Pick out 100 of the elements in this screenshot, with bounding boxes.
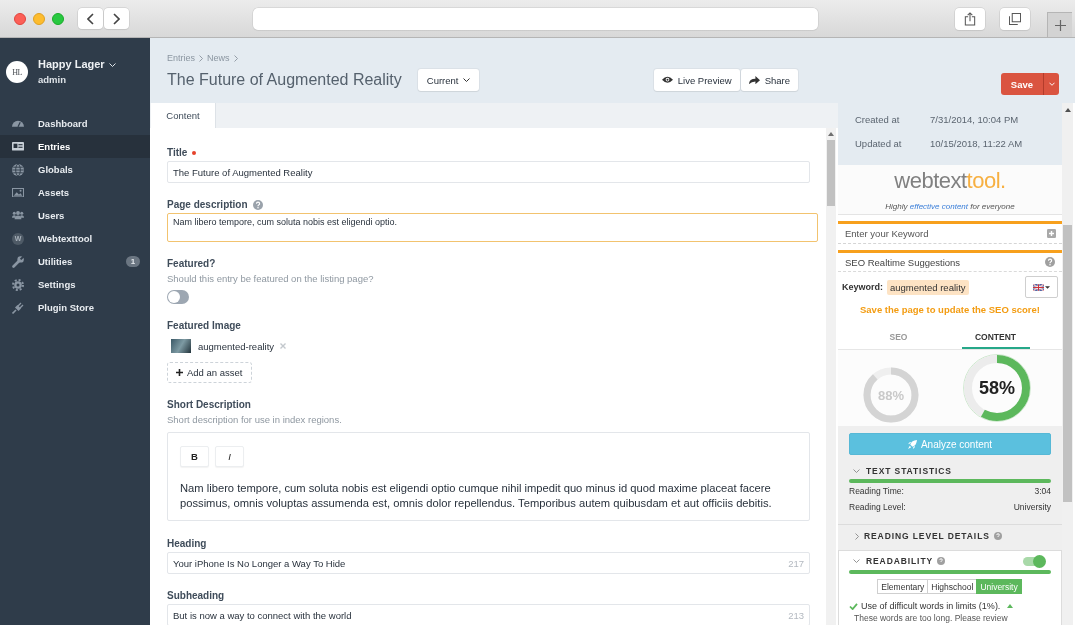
nav-item[interactable]: Globals	[0, 158, 150, 181]
add-icon[interactable]	[1047, 229, 1056, 238]
level-option[interactable]: Highschool	[927, 579, 978, 594]
save-button[interactable]: Save	[1000, 73, 1043, 95]
field-label: Heading	[167, 538, 207, 549]
id-card-icon	[12, 142, 24, 151]
meta-value: 10/15/2018, 11:22 AM	[930, 137, 1023, 149]
forward-button[interactable]	[104, 8, 129, 29]
check-note: These words are too long. Please review	[853, 613, 1009, 624]
plug-icon	[12, 301, 24, 314]
arrow-up-icon[interactable]	[1064, 108, 1071, 112]
page-title: The Future of Augmented Reality	[167, 71, 402, 89]
tab[interactable]: Content	[151, 103, 216, 128]
address-bar[interactable]	[253, 7, 818, 30]
caret-up-icon[interactable]	[1007, 604, 1014, 608]
asset-title[interactable]: augmented-reality	[198, 340, 275, 352]
stat-value: University	[1013, 501, 1051, 514]
text-field[interactable]: The Future of Augmented Reality	[167, 161, 810, 183]
field-label: Subheading	[167, 590, 225, 601]
field-instructions: Should this entry be featured on the listing page?	[167, 272, 375, 286]
minimize-button[interactable]	[33, 12, 45, 25]
keyword-tag: augmented reality	[887, 279, 969, 295]
italic-button[interactable]: I	[215, 446, 244, 467]
section-title[interactable]: TEXT STATISTICS	[866, 466, 952, 476]
chevron-right-icon	[233, 54, 238, 62]
chevron-down-icon[interactable]	[853, 469, 860, 473]
textarea-field[interactable]: Nam libero tempore, cum soluta nobis est eligendi optio.	[167, 213, 818, 242]
site-logo: HL	[6, 61, 28, 83]
editor-content[interactable]: Nam libero tempore, cum soluta nobis est eligendi optio cumque nihil impedit quo minus id quod maxime placeat facere possimus, omnis voluptas assumenda est, omnis dolor repellendus. Temporibus autem quibusdam et aut officiis debitis.	[180, 481, 797, 511]
rocket-icon	[907, 439, 917, 449]
meta-value: 7/31/2014, 10:04 PM	[930, 113, 1019, 125]
rich-text-editor[interactable]	[167, 432, 810, 521]
tagline: Highly effective content for everyone	[885, 201, 1015, 213]
nav-item[interactable]: Utilities 1	[0, 250, 150, 273]
nav-item[interactable]: Plugin Store	[0, 296, 150, 319]
chevron-right-icon[interactable]	[855, 532, 859, 540]
save-notice: Save the page to update the SEO score!	[859, 303, 1041, 317]
share-button[interactable]	[955, 7, 985, 30]
stat-label: Reading Time:	[849, 485, 904, 498]
chevron-down-icon[interactable]	[853, 559, 860, 563]
keyword-label: Keyword:	[842, 282, 883, 292]
section-title[interactable]: READABILITY	[866, 556, 934, 566]
section-title[interactable]: READING LEVEL DETAILS	[864, 531, 990, 541]
bold-button[interactable]: B	[180, 446, 209, 467]
nav-item[interactable]: Dashboard	[0, 112, 150, 135]
add-asset-button[interactable]: Add an asset	[167, 362, 253, 383]
text-field[interactable]: But is now a way to connect with the world 213	[167, 604, 810, 625]
field-instructions: Short description for use in index regions.	[167, 413, 343, 427]
help-icon[interactable]	[993, 532, 1002, 540]
site-menu[interactable]: Happy Lager	[38, 57, 116, 72]
revision-dropdown[interactable]: Current	[417, 69, 480, 91]
scrollbar[interactable]	[826, 128, 836, 625]
zoom-button[interactable]	[52, 12, 64, 25]
save-menu-button[interactable]	[1043, 73, 1059, 95]
flag-icon	[1033, 283, 1044, 291]
wrench-icon	[12, 255, 24, 268]
new-tab-button[interactable]	[1047, 12, 1072, 37]
scrollbar-thumb[interactable]	[827, 140, 835, 206]
check-text: Use of difficult words in limits (1%).	[861, 601, 1001, 611]
help-icon[interactable]	[252, 199, 263, 210]
language-dropdown[interactable]	[1025, 276, 1058, 298]
count-badge: 1	[126, 256, 140, 267]
live-preview-button[interactable]: Live Preview	[653, 69, 740, 91]
meta-label: Created at	[855, 113, 901, 125]
text-field[interactable]: Your iPhone Is No Longer a Way To Hide 217	[167, 552, 810, 574]
character-count: 213	[788, 609, 804, 621]
nav-item[interactable]: Settings	[0, 273, 150, 296]
help-icon[interactable]	[1045, 257, 1055, 267]
settings-icon	[12, 278, 24, 291]
nav-item[interactable]: Assets	[0, 181, 150, 204]
field-label: Title	[167, 147, 188, 158]
caret-icon	[108, 62, 116, 67]
level-option[interactable]: Elementary	[877, 579, 929, 594]
plus-icon	[176, 369, 183, 376]
plus-icon	[1054, 19, 1066, 31]
scrollbar[interactable]	[1062, 103, 1073, 625]
username: admin	[38, 73, 66, 87]
share-button[interactable]: Share	[740, 69, 798, 91]
field-label: Short Description	[167, 399, 251, 410]
field-label: Featured Image	[167, 320, 241, 331]
character-count: 217	[788, 557, 804, 569]
nav-item[interactable]: Entries	[0, 135, 150, 158]
image-icon	[12, 187, 24, 198]
globe-icon	[12, 163, 24, 176]
toggle-switch[interactable]	[1023, 556, 1045, 566]
photo-placeholder	[171, 339, 191, 353]
tabs-button[interactable]	[1000, 7, 1030, 30]
scrollbar-thumb[interactable]	[1063, 225, 1072, 502]
nav-item[interactable]: Users	[0, 204, 150, 227]
back-button[interactable]	[78, 8, 103, 29]
caret-icon	[1045, 285, 1050, 289]
arrow-up-icon[interactable]	[828, 132, 834, 136]
close-button[interactable]	[14, 12, 26, 25]
remove-icon[interactable]	[280, 343, 287, 349]
share-arrow-icon	[748, 75, 760, 85]
stat-label: Reading Level:	[849, 501, 906, 514]
share-icon	[964, 11, 976, 26]
help-icon[interactable]	[937, 557, 946, 565]
toggle-switch[interactable]	[167, 290, 189, 304]
chevron-right-icon	[199, 54, 203, 62]
